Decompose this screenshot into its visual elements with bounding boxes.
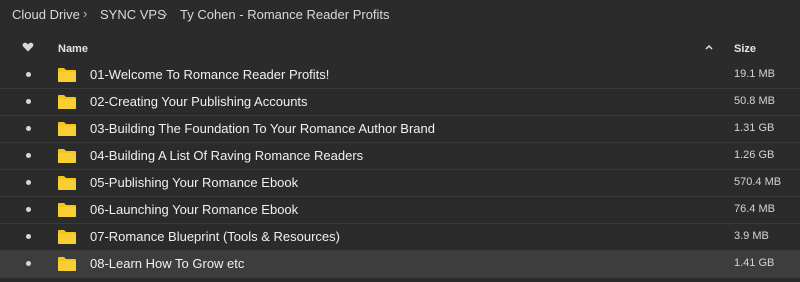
status-dot-icon	[26, 261, 31, 266]
status-dot-icon	[26, 180, 31, 185]
breadcrumb: Cloud Drive › SYNC VPS › Ty Cohen - Roma…	[0, 0, 800, 30]
size-column-header[interactable]: Size	[734, 43, 756, 55]
folder-size: 570.4 MB	[734, 176, 782, 188]
folder-icon	[58, 94, 76, 109]
folder-name[interactable]: 03-Building The Foundation To Your Roman…	[90, 121, 435, 136]
folder-row[interactable]: 05-Publishing Your Romance Ebook 570.4 M…	[0, 170, 800, 197]
chevron-right-icon: ›	[83, 6, 88, 21]
folder-size: 1.26 GB	[734, 149, 775, 161]
folder-icon	[58, 202, 76, 217]
chevron-right-icon: ›	[163, 6, 168, 21]
folder-row[interactable]: 04-Building A List Of Raving Romance Rea…	[0, 143, 800, 170]
folder-name[interactable]: 07-Romance Blueprint (Tools & Resources)	[90, 229, 340, 244]
folder-row[interactable]: 07-Romance Blueprint (Tools & Resources)…	[0, 224, 800, 251]
folder-icon	[58, 175, 76, 190]
heart-icon[interactable]	[22, 41, 34, 53]
folder-size: 76.4 MB	[734, 203, 775, 215]
folder-size: 1.41 GB	[734, 257, 775, 269]
breadcrumb-cloud-drive[interactable]: Cloud Drive	[12, 7, 80, 22]
folder-size: 50.8 MB	[734, 95, 775, 107]
status-dot-icon	[26, 99, 31, 104]
folder-icon	[58, 67, 76, 82]
folder-row[interactable]: 01-Welcome To Romance Reader Profits! 19…	[0, 62, 800, 89]
folder-icon	[58, 148, 76, 163]
folder-name[interactable]: 05-Publishing Your Romance Ebook	[90, 175, 298, 190]
folder-name[interactable]: 02-Creating Your Publishing Accounts	[90, 94, 308, 109]
column-header: Name Size	[0, 36, 800, 62]
folder-icon	[58, 229, 76, 244]
folder-icon	[58, 121, 76, 136]
folder-name[interactable]: 08-Learn How To Grow etc	[90, 256, 244, 271]
folder-name[interactable]: 04-Building A List Of Raving Romance Rea…	[90, 148, 363, 163]
folder-size: 3.9 MB	[734, 230, 769, 242]
status-dot-icon	[26, 234, 31, 239]
folder-row[interactable]: 08-Learn How To Grow etc 1.41 GB	[0, 251, 800, 278]
folder-row[interactable]: 03-Building The Foundation To Your Roman…	[0, 116, 800, 143]
status-dot-icon	[26, 207, 31, 212]
folder-size: 19.1 MB	[734, 68, 775, 80]
breadcrumb-sync-vps[interactable]: SYNC VPS	[100, 7, 166, 22]
status-dot-icon	[26, 153, 31, 158]
folder-name[interactable]: 06-Launching Your Romance Ebook	[90, 202, 298, 217]
folder-icon	[58, 256, 76, 271]
sort-ascending-icon[interactable]	[704, 42, 714, 52]
folder-size: 1.31 GB	[734, 122, 775, 134]
folder-row[interactable]: 06-Launching Your Romance Ebook 76.4 MB	[0, 197, 800, 224]
folder-name[interactable]: 01-Welcome To Romance Reader Profits!	[90, 67, 329, 82]
breadcrumb-current-folder[interactable]: Ty Cohen - Romance Reader Profits	[180, 7, 390, 22]
name-column-header[interactable]: Name	[58, 43, 88, 55]
status-dot-icon	[26, 126, 31, 131]
folder-row[interactable]: 02-Creating Your Publishing Accounts 50.…	[0, 89, 800, 116]
status-dot-icon	[26, 72, 31, 77]
